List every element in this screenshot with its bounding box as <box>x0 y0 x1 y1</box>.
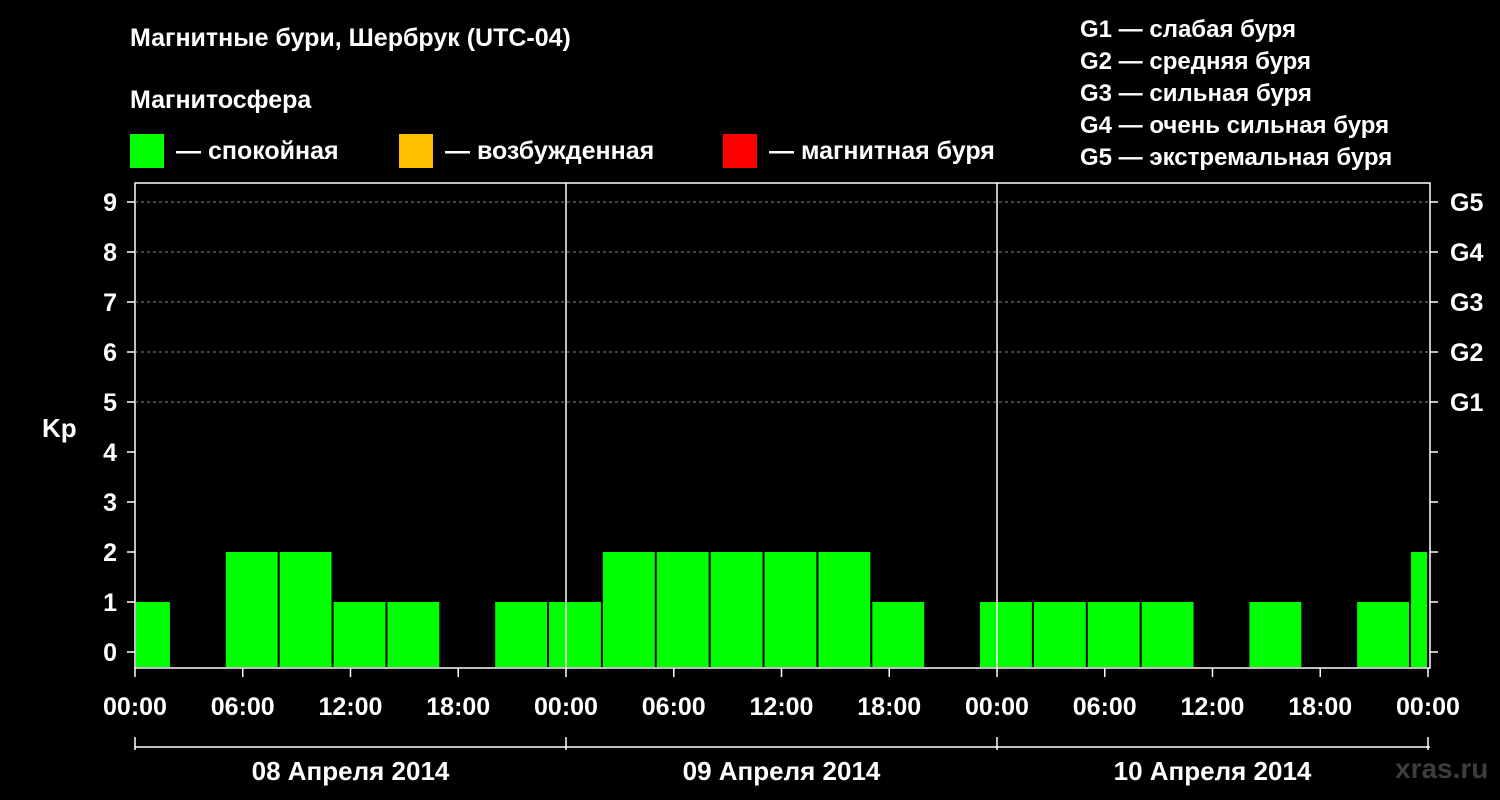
y-tick-label: 7 <box>103 289 117 317</box>
kp-bar <box>602 552 655 667</box>
x-tick-label: 06:00 <box>642 693 706 721</box>
kp-bar <box>656 552 709 667</box>
g-level-label: G3 <box>1450 289 1483 317</box>
g-level-label: G1 <box>1450 389 1483 417</box>
kp-bar <box>387 602 440 667</box>
y-tick-label: 5 <box>103 389 117 417</box>
kp-bar <box>1033 602 1086 667</box>
kp-bar <box>1357 602 1410 667</box>
x-tick-label: 18:00 <box>1288 693 1352 721</box>
y-tick-label: 6 <box>103 339 117 367</box>
kp-chart: 0 1 2 3 4 5 6 7 8 9 G1 G2 G3 G4 G5 Kp 00:00 06:00 12:00 18:… <box>42 182 1483 786</box>
x-tick-label: 06:00 <box>1073 693 1137 721</box>
x-tick-label: 06:00 <box>211 693 275 721</box>
watermark: xras.ru <box>1395 753 1489 784</box>
y-axis-label: Kp <box>42 413 77 443</box>
y-tick-label: 8 <box>103 239 117 267</box>
y-tick-label: 2 <box>103 539 117 567</box>
kp-bar <box>333 602 386 667</box>
x-tick-label: 00:00 <box>1396 693 1460 721</box>
x-tick-label: 12:00 <box>750 693 814 721</box>
day-label: 10 Апреля 2014 <box>1114 756 1312 786</box>
x-tick-label: 00:00 <box>965 693 1029 721</box>
kp-bar <box>495 602 548 667</box>
y-tick-label: 9 <box>103 189 117 217</box>
y-tick-label: 4 <box>103 439 117 467</box>
kp-bar <box>136 602 170 667</box>
x-tick-label: 18:00 <box>426 693 490 721</box>
kp-bar <box>818 552 871 667</box>
y-tick-label: 0 <box>103 639 117 667</box>
x-tick-label: 18:00 <box>857 693 921 721</box>
x-tick-label: 00:00 <box>103 693 167 721</box>
kp-bar <box>1249 602 1302 667</box>
g-level-label: G2 <box>1450 339 1483 367</box>
x-tick-label: 12:00 <box>319 693 383 721</box>
kp-bar <box>1141 602 1194 667</box>
x-tick-label: 12:00 <box>1181 693 1245 721</box>
g-level-label: G5 <box>1450 189 1483 217</box>
y-tick-label: 1 <box>103 589 117 617</box>
kp-bar <box>1087 602 1140 667</box>
kp-bar <box>1411 552 1427 667</box>
day-label: 09 Апреля 2014 <box>683 756 881 786</box>
kp-bar <box>710 552 763 667</box>
g-level-label: G4 <box>1450 239 1483 267</box>
kp-bar <box>225 552 278 667</box>
kp-bar <box>279 552 332 667</box>
kp-bar <box>764 552 817 667</box>
kp-bar <box>980 602 1032 667</box>
kp-bar <box>549 602 601 667</box>
y-tick-label: 3 <box>103 489 117 517</box>
kp-bar <box>872 602 925 667</box>
day-label: 08 Апреля 2014 <box>252 756 450 786</box>
x-tick-label: 00:00 <box>534 693 598 721</box>
